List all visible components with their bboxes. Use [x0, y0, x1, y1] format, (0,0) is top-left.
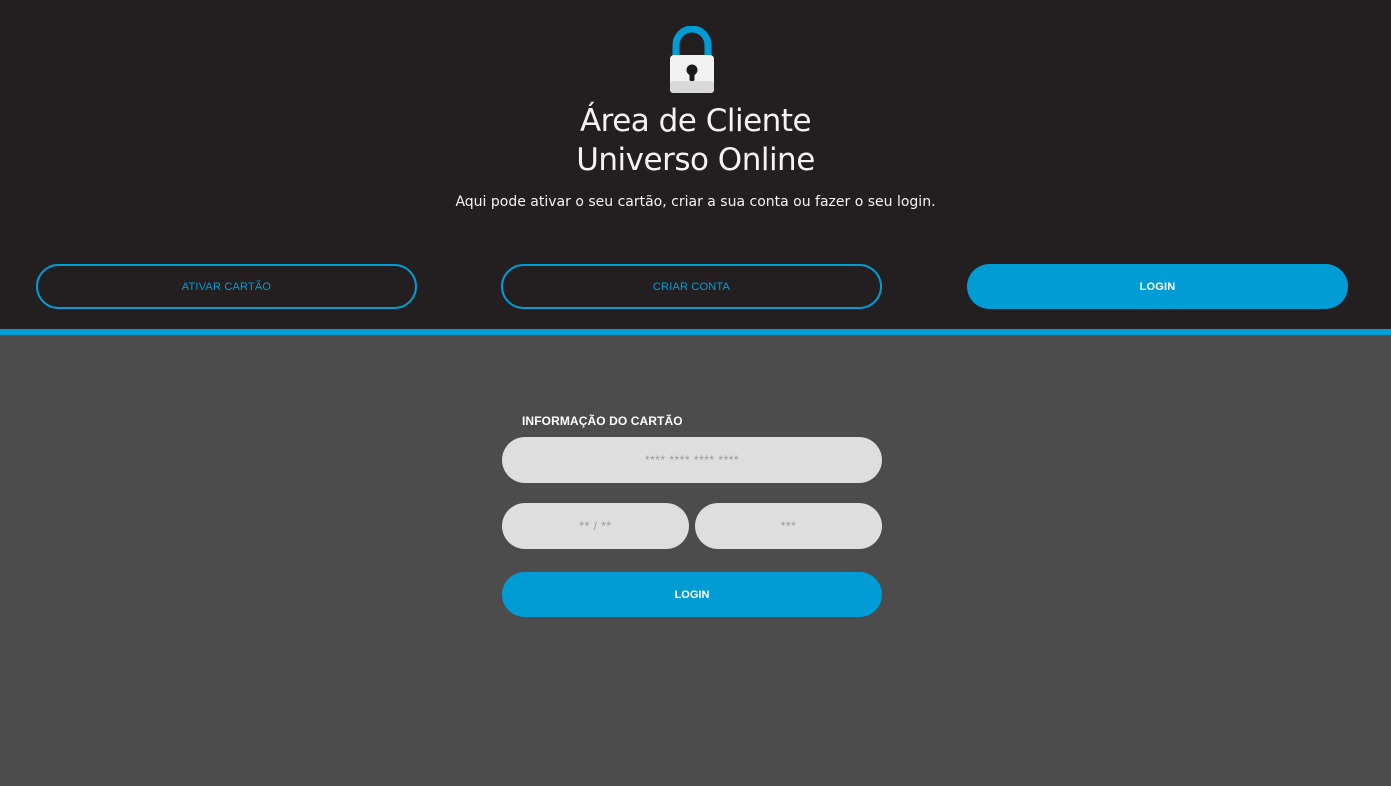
- card-cvv-input[interactable]: [695, 503, 882, 549]
- tab-criar-conta[interactable]: CRIAR CONTA: [501, 264, 882, 309]
- accent-divider: [0, 329, 1391, 335]
- page-subtitle: Aqui pode ativar o seu cartão, criar a s…: [455, 194, 936, 210]
- card-number-input[interactable]: [502, 437, 882, 483]
- title-line-1: Área de Cliente: [579, 103, 812, 139]
- title-line-2: Universo Online: [576, 142, 815, 178]
- login-button[interactable]: LOGIN: [502, 572, 882, 617]
- tab-login[interactable]: LOGIN: [967, 264, 1348, 309]
- card-info-label: INFORMAÇÃO DO CARTÃO: [522, 414, 683, 428]
- tab-ativar-cartao[interactable]: ATIVAR CARTÃO: [36, 264, 417, 309]
- page-title: Área de Cliente Universo Online: [0, 102, 1391, 180]
- card-expiry-input[interactable]: [502, 503, 689, 549]
- lock-icon: [670, 26, 714, 93]
